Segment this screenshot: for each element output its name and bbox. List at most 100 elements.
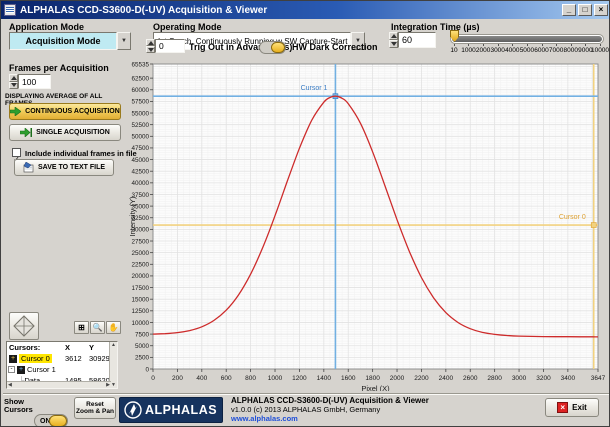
svg-text:52500: 52500 [131,122,149,129]
frames-per-acquisition-spinner[interactable]: 100 [9,74,51,89]
svg-text:1400: 1400 [317,375,332,382]
svg-text:1200: 1200 [292,375,307,382]
slider-tick [483,44,484,46]
maximize-button[interactable]: □ [578,4,592,16]
show-cursors-label: ShowCursors [4,398,33,414]
application-mode-dropdown[interactable]: Acquisition Mode ▼ [9,32,131,50]
svg-text:200: 200 [172,375,183,382]
green-arrow-icon [10,107,21,116]
save-to-text-file-button[interactable]: SAVE TO TEXT FILE [14,159,114,176]
crosshair-tool-icon[interactable]: ⊞ [74,321,89,334]
slider-tick-label: 8000 [564,47,578,54]
close-button[interactable]: × [594,4,608,16]
tree-collapse-icon[interactable]: - [8,366,15,373]
application-mode-value: Acquisition Mode [9,32,117,50]
slider-tick-label: 2000 [476,47,490,54]
table-horizontal-scrollbar[interactable]: ◀▶ [7,381,111,388]
svg-text:65535: 65535 [131,61,149,68]
include-frames-checkbox[interactable]: ✓ [12,148,21,157]
svg-text:42500: 42500 [131,169,149,176]
show-cursors-toggle[interactable]: ON [34,414,68,427]
exit-x-icon: × [557,402,568,413]
minimize-button[interactable]: _ [562,4,576,16]
table-row[interactable]: + Cursor 0 3612 30929 [7,353,117,364]
slider-tick-label: 7000 [549,47,563,54]
slider-tick-label: 6000 [534,47,548,54]
spinner-arrows-icon[interactable] [146,39,155,53]
svg-text:62500: 62500 [131,75,149,82]
scroll-right-icon[interactable]: ▶ [106,382,110,388]
svg-text:Pixel (X): Pixel (X) [361,384,390,391]
spinner-arrows-icon[interactable] [9,74,18,89]
y-column-header: Y [89,343,94,352]
window-title: ALPHALAS CCD-S3600-D(-UV) Acquisition & … [20,5,267,16]
integration-time-slider[interactable]: 1010002000300040005000600070008000900010… [446,28,607,56]
cursor1-crosshair-icon: + [17,366,25,374]
svg-text:22500: 22500 [131,262,149,269]
hw-dark-correction-toggle[interactable] [259,41,286,54]
slider-tick-label: 3000 [490,47,504,54]
chevron-down-icon[interactable]: ▼ [117,32,131,50]
slider-track[interactable] [451,35,603,43]
reset-label-line2: Zoom & Pan [76,408,114,415]
frames-per-acquisition-value[interactable]: 100 [18,74,51,89]
svg-text:57500: 57500 [131,99,149,106]
svg-text:2400: 2400 [439,375,454,382]
intensity-chart[interactable]: 0200400600800100012001400160018002000220… [128,59,606,391]
spinner-arrows-icon[interactable] [389,32,398,48]
svg-text:2800: 2800 [487,375,502,382]
continuous-acquisition-button[interactable]: CONTINUOUS ACQUISITION [9,103,121,120]
svg-text:Cursor 0: Cursor 0 [559,214,586,221]
save-to-text-file-label: SAVE TO TEXT FILE [38,164,105,171]
slider-tick [527,44,528,46]
slider-scale: 1010002000300040005000600070008000900010… [446,44,607,56]
scroll-down-icon[interactable]: ▼ [111,382,116,388]
svg-text:2200: 2200 [414,375,429,382]
single-acquisition-label: SINGLE ACQUISITION [36,129,110,136]
app-icon [4,4,16,16]
cursors-table[interactable]: Cursors: X Y + Cursor 0 3612 30929 - + C… [6,341,118,389]
svg-text:1000: 1000 [268,375,283,382]
svg-text:55000: 55000 [131,110,149,117]
slider-tick [556,44,557,46]
svg-text:400: 400 [196,375,207,382]
diamond-pad-icon [13,315,35,337]
reset-zoom-pan-button[interactable]: Reset Zoom & Pan [74,397,116,419]
svg-text:0: 0 [145,366,149,373]
trig-out-spinner[interactable]: 0 [146,39,185,53]
footer-info: ALPHALAS CCD-S3600-D(-UV) Acquisition & … [231,396,429,423]
slider-tick [454,44,455,46]
footer-website-link[interactable]: www.alphalas.com [231,414,429,423]
svg-text:3200: 3200 [536,375,551,382]
application-mode-label: Application Mode [9,22,84,32]
cursor-mover-button[interactable] [9,312,39,340]
zoom-tool-icon[interactable]: 🔍 [90,321,105,334]
integration-time-spinner[interactable]: 60 [389,32,436,48]
svg-text:10000: 10000 [131,320,149,327]
hw-dark-correction-label: HW Dark Correction [292,42,378,52]
alphalas-logo-text: ALPHALAS [145,403,217,417]
cursor0-name[interactable]: Cursor 0 [19,354,52,363]
trig-out-value[interactable]: 0 [155,39,185,53]
slider-tick [512,44,513,46]
svg-text:27500: 27500 [131,238,149,245]
scroll-left-icon[interactable]: ◀ [8,382,12,388]
cursor0-crosshair-icon: + [9,355,17,363]
svg-text:15000: 15000 [131,296,149,303]
pan-tool-icon[interactable]: ✋ [106,321,121,334]
slider-tick [571,44,572,46]
cursors-header-label: Cursors: [9,343,40,352]
cursor1-name[interactable]: Cursor 1 [27,365,56,374]
integration-time-value[interactable]: 60 [398,32,436,48]
x-column-header: X [65,343,70,352]
title-bar[interactable]: ALPHALAS CCD-S3600-D(-UV) Acquisition & … [1,1,610,19]
cursor0-x: 3612 [65,354,82,363]
svg-text:Intensity (Y): Intensity (Y) [128,196,137,237]
svg-text:7500: 7500 [135,331,150,338]
svg-text:60000: 60000 [131,87,149,94]
exit-button[interactable]: × Exit [545,398,599,417]
single-acquisition-button[interactable]: SINGLE ACQUISITION [9,124,121,141]
table-row[interactable]: - + Cursor 1 [7,364,117,375]
svg-text:1600: 1600 [341,375,356,382]
scroll-up-icon[interactable]: ▲ [111,342,116,348]
